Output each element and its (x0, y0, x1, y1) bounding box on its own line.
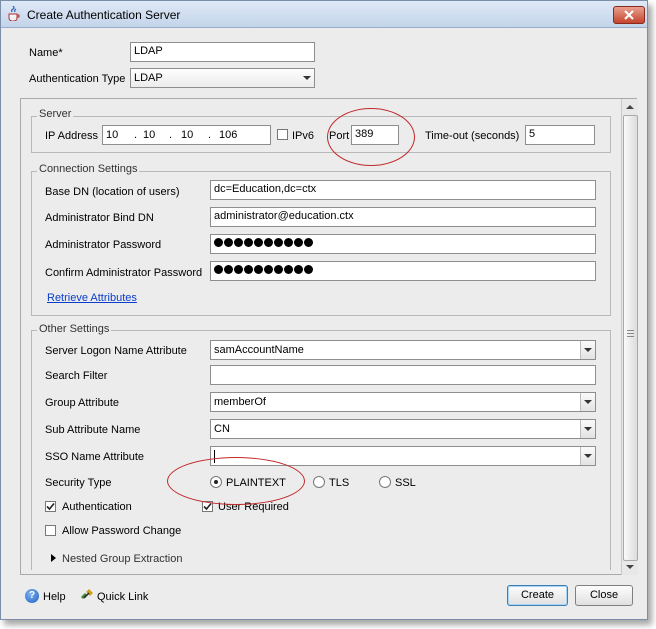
allow-password-change-label: Allow Password Change (62, 525, 182, 537)
port-field[interactable]: 389 (351, 125, 399, 145)
settings-scroll-panel: Server IP Address 10 . 10 . 10 . 106 IPv… (20, 98, 638, 575)
radio-ssl[interactable] (379, 476, 391, 488)
java-app-icon (7, 5, 21, 22)
bind-dn-field[interactable]: administrator@education.ctx (210, 207, 596, 227)
radio-plaintext[interactable] (210, 476, 222, 488)
user-required-label: User Required (218, 501, 289, 513)
connection-group-title: Connection Settings (37, 163, 140, 175)
auth-type-select[interactable]: LDAP (130, 68, 315, 88)
sso-attr-combo[interactable] (210, 446, 596, 466)
sso-attr-label: SSO Name Attribute (45, 451, 145, 463)
ip-dot-separator: . (208, 129, 212, 141)
plaintext-label: PLAINTEXT (226, 477, 286, 489)
search-filter-field[interactable] (210, 365, 596, 385)
admin-password-label: Administrator Password (45, 239, 162, 251)
ip-dot-separator: . (134, 129, 138, 141)
text-caret (214, 450, 215, 463)
timeout-label: Time-out (seconds) (425, 130, 520, 142)
base-dn-label: Base DN (location of users) (45, 186, 180, 198)
scroll-up-arrow-icon[interactable] (623, 100, 637, 114)
search-filter-label: Search Filter (45, 370, 108, 382)
chevron-down-icon[interactable] (580, 447, 595, 465)
ip-octet-3: 10 (181, 129, 194, 141)
retrieve-attributes-link[interactable]: Retrieve Attributes (47, 292, 137, 304)
vertical-scrollbar[interactable] (621, 99, 638, 575)
expand-triangle-icon[interactable] (51, 554, 56, 562)
close-button[interactable]: Close (575, 585, 633, 606)
ip-octet-2: 10 (143, 129, 156, 141)
ip-octet-1: 10 (106, 129, 119, 141)
admin-password-field[interactable] (210, 234, 596, 254)
name-field[interactable]: LDAP (130, 42, 315, 62)
allow-password-change-checkbox[interactable] (45, 525, 56, 536)
group-attr-value: memberOf (214, 396, 266, 408)
base-dn-field[interactable]: dc=Education,dc=ctx (210, 180, 596, 200)
security-type-label: Security Type (45, 477, 112, 489)
dialog-window: Create Authentication Server Name* LDAP … (0, 0, 648, 620)
help-icon[interactable]: ? (25, 589, 39, 603)
close-icon (624, 10, 634, 20)
timeout-field[interactable]: 5 (525, 125, 595, 145)
create-button[interactable]: Create (507, 585, 568, 606)
user-required-checkbox[interactable] (202, 501, 213, 512)
sub-attr-label: Sub Attribute Name (45, 424, 141, 436)
scroll-thumb[interactable] (623, 115, 638, 561)
ipv6-checkbox[interactable] (277, 129, 288, 140)
other-group-title: Other Settings (37, 323, 112, 335)
help-link[interactable]: Help (43, 591, 66, 603)
title-bar: Create Authentication Server (1, 1, 647, 28)
name-label: Name* (29, 47, 63, 59)
sub-attr-combo[interactable]: CN (210, 419, 596, 439)
chevron-down-icon[interactable] (580, 393, 595, 411)
ip-octet-4: 106 (219, 129, 238, 141)
checkmark-icon (46, 502, 55, 511)
radio-tls[interactable] (313, 476, 325, 488)
close-window-button[interactable] (613, 6, 645, 24)
chevron-down-icon[interactable] (580, 341, 595, 359)
ip-dot-separator: . (169, 129, 173, 141)
group-attr-label: Group Attribute (45, 397, 119, 409)
confirm-password-field[interactable] (210, 261, 596, 281)
authentication-label: Authentication (62, 501, 132, 513)
port-label: Port (329, 130, 350, 142)
logon-attr-label: Server Logon Name Attribute (45, 345, 187, 357)
tls-label: TLS (329, 477, 350, 489)
confirm-password-label: Confirm Administrator Password (45, 267, 203, 279)
nested-group-extraction-label[interactable]: Nested Group Extraction (62, 553, 182, 565)
ssl-label: SSL (395, 477, 416, 489)
logon-attr-combo[interactable]: samAccountName (210, 340, 596, 360)
sub-attr-value: CN (214, 423, 230, 435)
chevron-down-icon (300, 69, 314, 87)
authentication-checkbox[interactable] (45, 501, 56, 512)
quick-link[interactable]: Quick Link (97, 591, 148, 603)
server-group-title: Server (37, 108, 74, 120)
ip-address-field[interactable]: 10 . 10 . 10 . 106 (102, 125, 271, 145)
bind-dn-label: Administrator Bind DN (45, 212, 154, 224)
chevron-down-icon[interactable] (580, 420, 595, 438)
ipv6-label: IPv6 (292, 130, 315, 142)
ip-address-label: IP Address (45, 130, 98, 142)
auth-type-label: Authentication Type (29, 73, 126, 85)
group-attr-combo[interactable]: memberOf (210, 392, 596, 412)
window-title: Create Authentication Server (27, 8, 181, 22)
logon-attr-value: samAccountName (214, 344, 304, 356)
checkmark-icon (203, 502, 212, 511)
auth-type-value: LDAP (134, 72, 163, 84)
quick-link-icon[interactable] (79, 588, 94, 603)
scroll-down-arrow-icon[interactable] (623, 560, 637, 574)
